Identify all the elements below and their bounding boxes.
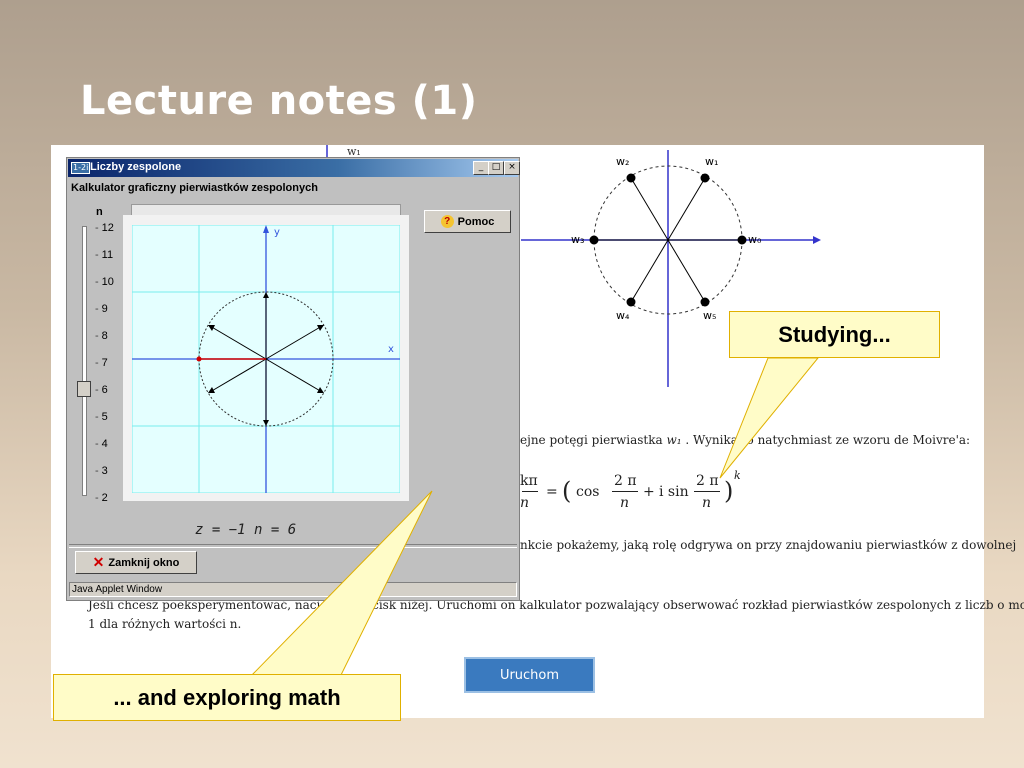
callout-pointers: [248, 357, 820, 678]
callout-exploring: ... and exploring math: [53, 674, 401, 721]
callout-studying: Studying...: [729, 311, 940, 358]
